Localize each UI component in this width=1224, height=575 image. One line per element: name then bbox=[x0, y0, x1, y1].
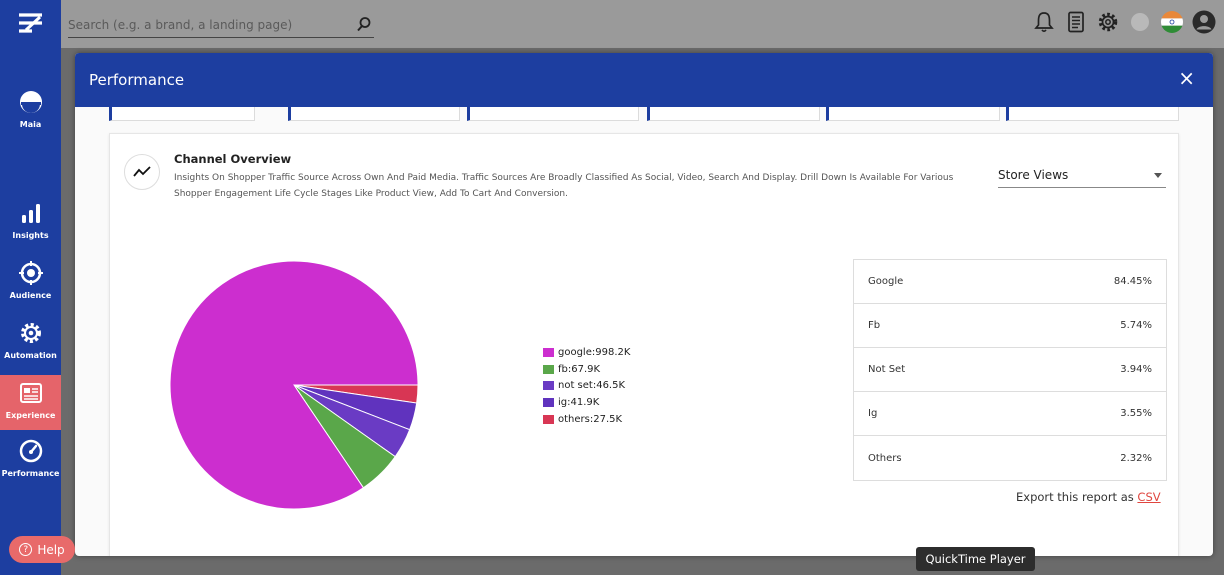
settings-gear-icon[interactable] bbox=[1096, 10, 1120, 34]
metric-tile[interactable] bbox=[288, 107, 460, 121]
card-description: Insights On Shopper Traffic Source Acros… bbox=[174, 173, 954, 199]
legend-item[interactable]: fb:67.9K bbox=[543, 361, 630, 378]
layout-icon bbox=[19, 383, 42, 403]
app-logo-icon[interactable] bbox=[18, 12, 44, 34]
gauge-icon bbox=[19, 439, 42, 463]
trend-line-icon bbox=[124, 154, 160, 190]
legend-swatch bbox=[543, 415, 554, 425]
help-button[interactable]: ? Help bbox=[9, 536, 75, 563]
dropdown-value: Store Views bbox=[998, 168, 1069, 182]
legend-item[interactable]: google:998.2K bbox=[543, 344, 630, 361]
search-bar bbox=[68, 14, 374, 38]
channel-pie-chart bbox=[169, 260, 419, 510]
stat-value: 2.32% bbox=[1120, 452, 1152, 464]
sidebar-item-automation[interactable]: Automation bbox=[0, 321, 61, 360]
quicktime-tooltip: QuickTime Player bbox=[916, 547, 1035, 571]
legend-swatch bbox=[543, 381, 554, 391]
gear-icon bbox=[20, 323, 41, 343]
chevron-down-icon bbox=[1154, 173, 1162, 178]
help-label: Help bbox=[37, 542, 65, 557]
legend-item[interactable]: not set:46.5K bbox=[543, 378, 630, 395]
sidebar-item-performance[interactable]: Performance bbox=[0, 439, 61, 478]
channel-stats-table: Google 84.45% Fb 5.74% Not Set 3.94% Ig … bbox=[853, 259, 1167, 481]
sidebar-item-audience[interactable]: Audience bbox=[0, 261, 61, 300]
performance-modal: Performance × Channel Overview Insights … bbox=[75, 53, 1213, 556]
legend-swatch bbox=[543, 347, 554, 357]
table-row: Others 2.32% bbox=[854, 436, 1166, 480]
table-row: Fb 5.74% bbox=[854, 304, 1166, 348]
stat-value: 3.94% bbox=[1120, 364, 1152, 375]
sidebar-item-label: Insights bbox=[12, 231, 49, 240]
table-row: Google 84.45% bbox=[854, 260, 1166, 304]
stat-value: 84.45% bbox=[1113, 276, 1152, 287]
india-flag-icon[interactable] bbox=[1160, 10, 1184, 34]
stat-value: 5.74% bbox=[1120, 320, 1152, 331]
stat-label: Google bbox=[868, 276, 904, 287]
card-title: Channel Overview bbox=[174, 152, 292, 166]
help-icon: ? bbox=[19, 543, 33, 556]
legend-label: others:27.5K bbox=[558, 414, 623, 426]
search-input[interactable] bbox=[68, 16, 348, 34]
sidebar-item-label: Audience bbox=[9, 291, 52, 300]
stat-label: Not Set bbox=[868, 364, 906, 375]
stat-value: 3.55% bbox=[1120, 408, 1152, 419]
loading-spinner-icon bbox=[1128, 10, 1152, 34]
sidebar-item-label: Automation bbox=[4, 351, 57, 360]
stat-label: Fb bbox=[868, 320, 881, 331]
metric-dropdown[interactable]: Store Views bbox=[998, 168, 1166, 188]
chart-legend: google:998.2K fb:67.9K not set:46.5K ig:41.… bbox=[543, 344, 630, 428]
legend-swatch bbox=[543, 398, 554, 408]
search-icon[interactable] bbox=[356, 16, 372, 32]
metric-tile[interactable] bbox=[109, 107, 255, 121]
legend-label: fb:67.9K bbox=[558, 363, 601, 375]
top-bar bbox=[61, 0, 1224, 48]
sidebar-item-label: Maia bbox=[19, 120, 42, 129]
sidebar-item-experience[interactable]: Experience bbox=[0, 375, 61, 430]
sidebar: Maia Insights Audience Automation Experi… bbox=[0, 0, 61, 575]
export-text: Export this report as bbox=[1016, 490, 1134, 504]
metric-tile[interactable] bbox=[826, 107, 1000, 121]
top-icons bbox=[1032, 10, 1216, 34]
modal-title: Performance bbox=[89, 71, 185, 89]
stat-label: Ig bbox=[868, 408, 878, 419]
close-icon[interactable]: × bbox=[1178, 68, 1195, 88]
export-report: Export this report as CSV bbox=[1016, 490, 1161, 504]
sidebar-item-maia[interactable]: Maia bbox=[0, 90, 61, 129]
target-icon bbox=[18, 261, 43, 285]
legend-swatch bbox=[543, 364, 554, 374]
sidebar-item-label: Performance bbox=[1, 469, 60, 478]
document-icon[interactable] bbox=[1064, 10, 1088, 34]
metric-tile[interactable] bbox=[1006, 107, 1179, 121]
legend-label: google:998.2K bbox=[558, 346, 631, 358]
table-row: Ig 3.55% bbox=[854, 392, 1166, 436]
metric-tile[interactable] bbox=[467, 107, 639, 121]
maia-icon bbox=[19, 91, 42, 113]
metric-tiles bbox=[109, 107, 1179, 121]
metric-tile[interactable] bbox=[647, 107, 820, 121]
legend-item[interactable]: ig:41.9K bbox=[543, 394, 630, 411]
sidebar-item-label: Experience bbox=[5, 411, 56, 420]
legend-label: not set:46.5K bbox=[558, 380, 626, 392]
export-csv-link[interactable]: CSV bbox=[1137, 490, 1160, 504]
stat-label: Others bbox=[868, 452, 902, 464]
user-avatar-icon[interactable] bbox=[1192, 10, 1216, 34]
table-row: Not Set 3.94% bbox=[854, 348, 1166, 392]
channel-overview-card: Channel Overview Insights On Shopper Tra… bbox=[109, 133, 1179, 556]
notification-bell-icon[interactable] bbox=[1032, 10, 1056, 34]
sidebar-item-insights[interactable]: Insights bbox=[0, 201, 61, 240]
bar-chart-icon bbox=[21, 204, 40, 223]
modal-header: Performance bbox=[75, 53, 1213, 107]
legend-item[interactable]: others:27.5K bbox=[543, 411, 630, 428]
legend-label: ig:41.9K bbox=[558, 397, 600, 409]
